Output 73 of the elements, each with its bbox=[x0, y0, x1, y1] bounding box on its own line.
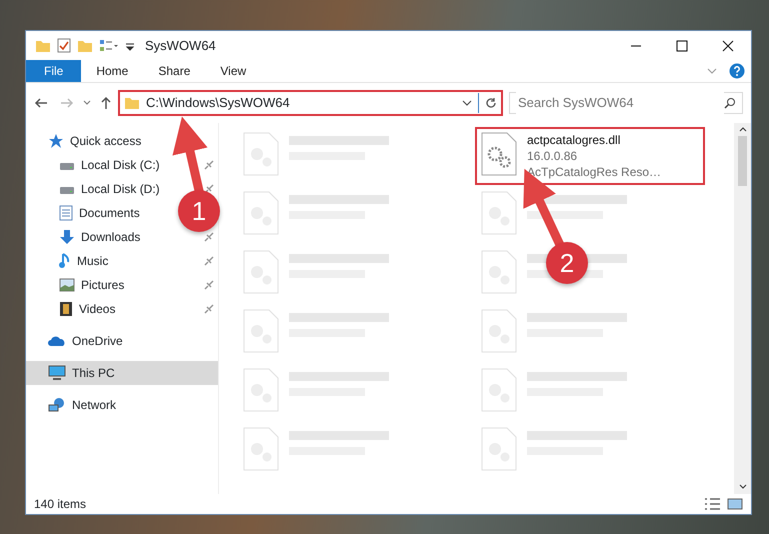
help-icon[interactable] bbox=[729, 63, 745, 79]
computer-icon bbox=[48, 365, 66, 381]
ribbon-tab[interactable]: View bbox=[205, 60, 262, 82]
file-gears-icon bbox=[481, 132, 517, 176]
down-arrow-icon bbox=[59, 229, 75, 245]
search-icon bbox=[724, 97, 736, 109]
film-icon bbox=[59, 301, 73, 317]
properties-icon[interactable] bbox=[57, 38, 71, 53]
file-detail: 16.0.0.86 bbox=[527, 148, 578, 164]
details-view-icon[interactable] bbox=[703, 497, 721, 511]
maximize-icon[interactable] bbox=[676, 40, 688, 52]
ribbon-tab[interactable]: Share bbox=[143, 60, 206, 82]
scrollbar-thumb[interactable] bbox=[738, 136, 747, 186]
up-arrow-icon[interactable] bbox=[100, 96, 112, 110]
scroll-down-icon[interactable] bbox=[738, 484, 746, 490]
expand-ribbon-icon[interactable] bbox=[707, 68, 717, 74]
file-menu-button[interactable]: File bbox=[26, 60, 82, 82]
scroll-up-icon[interactable] bbox=[738, 126, 746, 132]
folder-icon bbox=[124, 96, 140, 110]
item-count: 140 items bbox=[34, 496, 86, 513]
sidebar-item[interactable]: Videos bbox=[59, 300, 116, 318]
new-folder-icon[interactable] bbox=[77, 38, 93, 52]
search-field[interactable]: Search SysWOW64 bbox=[509, 92, 743, 114]
file-item[interactable]: actpcatalogres.dll 16.0.0.86 AcTpCatalogRes Reso… bbox=[477, 129, 703, 183]
document-icon bbox=[59, 205, 73, 221]
close-icon[interactable] bbox=[722, 40, 734, 52]
file-icon bbox=[243, 309, 279, 353]
network-icon bbox=[48, 397, 66, 413]
pin-icon[interactable] bbox=[204, 280, 214, 290]
sidebar-item[interactable]: Downloads bbox=[59, 228, 140, 246]
pin-icon[interactable] bbox=[204, 232, 214, 242]
sidebar-item[interactable]: Pictures bbox=[59, 276, 124, 294]
file-icon bbox=[481, 368, 517, 412]
refresh-icon[interactable] bbox=[485, 97, 497, 109]
address-bar[interactable]: C:\Windows\SysWOW64 bbox=[118, 90, 503, 116]
forward-arrow-icon[interactable] bbox=[60, 97, 74, 109]
file-icon bbox=[243, 191, 279, 235]
sidebar-item[interactable]: Quick access bbox=[48, 132, 142, 150]
sidebar-item[interactable]: Documents bbox=[59, 204, 140, 222]
sidebar-item[interactable]: Local Disk (C:) bbox=[59, 156, 160, 174]
ribbon-tab[interactable]: Home bbox=[81, 60, 144, 82]
file-icon bbox=[481, 250, 517, 294]
sidebar-item[interactable]: This PC bbox=[48, 364, 115, 382]
sidebar-item[interactable]: Local Disk (D:) bbox=[59, 180, 160, 198]
music-note-icon bbox=[59, 253, 71, 269]
cloud-icon bbox=[48, 335, 66, 347]
file-icon bbox=[243, 250, 279, 294]
file-detail: AcTpCatalogRes Reso… bbox=[527, 164, 662, 180]
file-icon bbox=[481, 309, 517, 353]
file-name: actpcatalogres.dll bbox=[527, 132, 622, 148]
sidebar-item[interactable]: Network bbox=[48, 396, 116, 414]
dropdown-icon[interactable] bbox=[462, 100, 472, 106]
view-list-icon[interactable] bbox=[99, 38, 119, 52]
file-icon bbox=[481, 427, 517, 471]
recent-dropdown-icon[interactable] bbox=[83, 100, 91, 106]
large-icons-view-icon[interactable] bbox=[727, 497, 743, 511]
file-icon bbox=[243, 368, 279, 412]
back-arrow-icon[interactable] bbox=[34, 97, 48, 109]
star-icon bbox=[48, 133, 64, 149]
pin-icon[interactable] bbox=[204, 160, 214, 170]
picture-icon bbox=[59, 278, 75, 292]
scrollbar[interactable] bbox=[734, 123, 751, 494]
window-title: SysWOW64 bbox=[145, 36, 216, 55]
sidebar-item[interactable]: OneDrive bbox=[48, 332, 123, 350]
pin-icon[interactable] bbox=[204, 256, 214, 266]
file-icon bbox=[481, 191, 517, 235]
sidebar-item[interactable]: Music bbox=[59, 252, 108, 270]
file-icon bbox=[243, 132, 279, 176]
address-path: C:\Windows\SysWOW64 bbox=[146, 94, 291, 112]
pin-icon[interactable] bbox=[204, 184, 214, 194]
pin-icon[interactable] bbox=[204, 304, 214, 314]
folder-icon[interactable] bbox=[35, 38, 51, 52]
file-icon bbox=[243, 427, 279, 471]
